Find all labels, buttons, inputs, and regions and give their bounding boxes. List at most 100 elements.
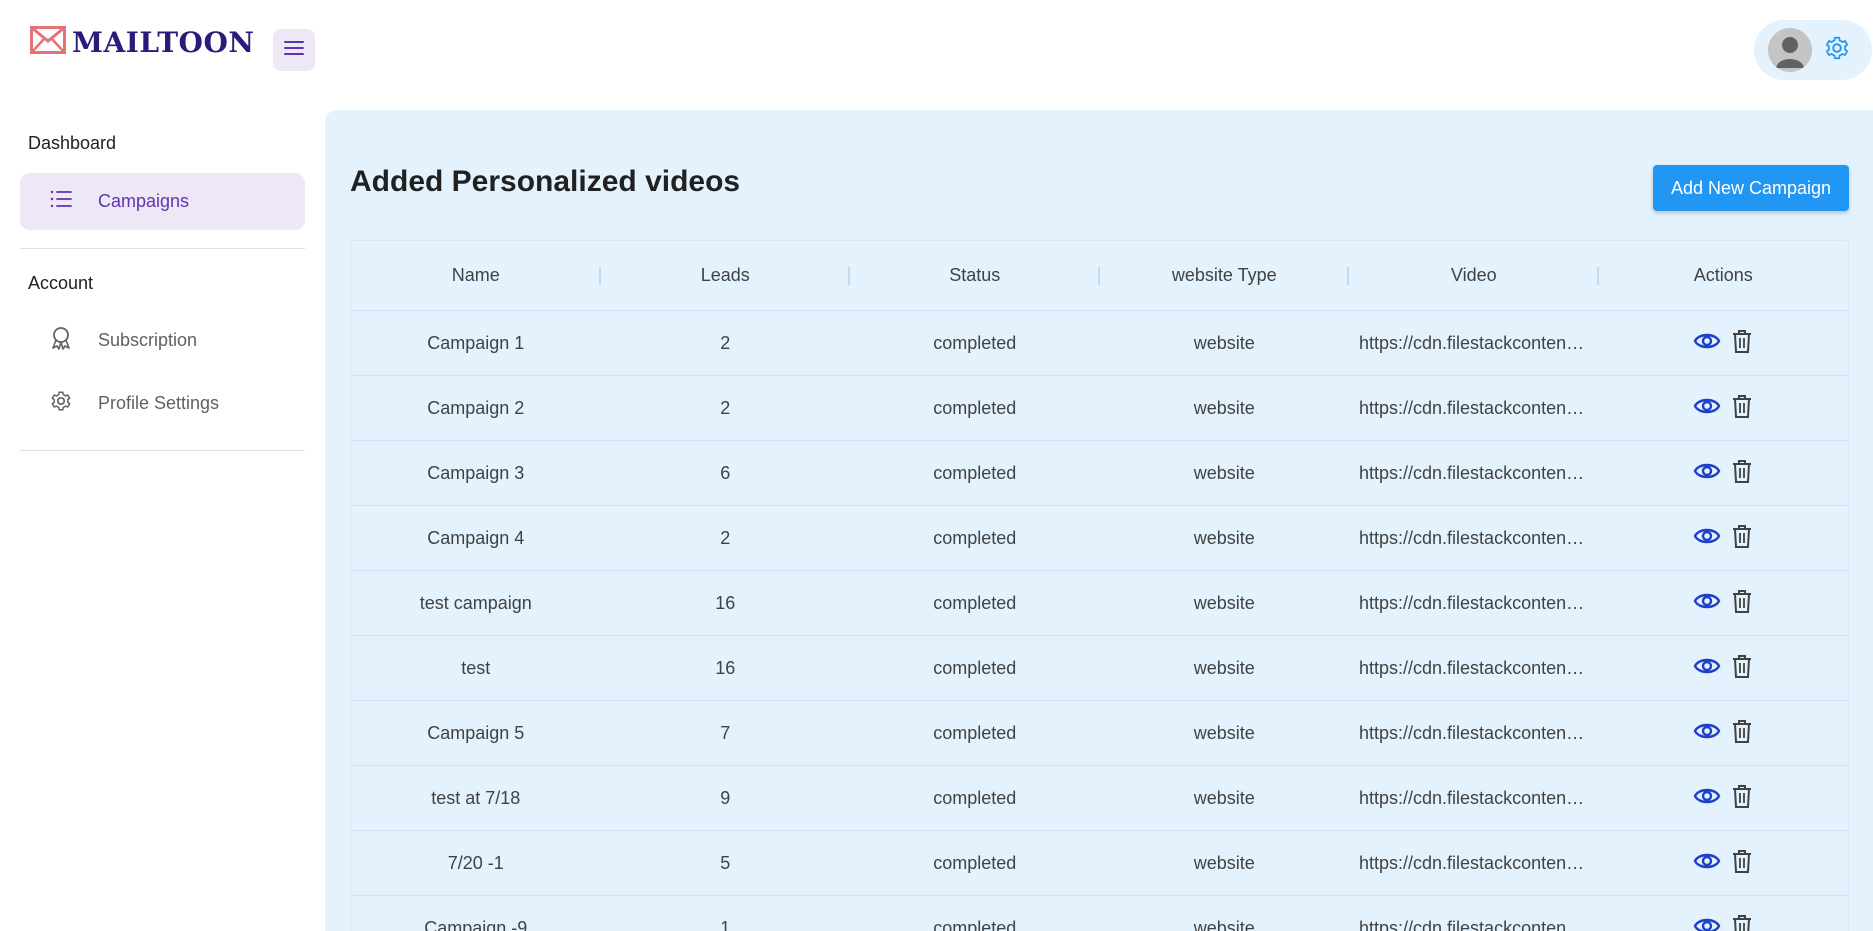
campaign-name: Campaign 5 — [427, 722, 525, 743]
campaign-website-type: website — [1193, 917, 1255, 931]
trash-icon[interactable] — [1731, 458, 1753, 489]
campaign-status: completed — [933, 917, 1017, 931]
table-row[interactable]: Campaign 4 2 completed website https://c… — [351, 506, 1848, 571]
campaign-video-url[interactable]: https://cdn.filestackcontent.com — [1349, 658, 1599, 679]
sidebar-item-subscription[interactable]: Subscription — [20, 312, 305, 369]
campaign-name: test at 7/18 — [431, 787, 521, 808]
brand-name: MAILTOON — [72, 26, 255, 59]
eye-icon[interactable] — [1693, 330, 1721, 357]
table-row[interactable]: Campaign 5 7 completed website https://c… — [351, 701, 1848, 766]
campaign-leads: 1 — [720, 917, 731, 931]
table-header-row: Name Leads Status website Type Video Act… — [351, 241, 1848, 311]
column-header-actions: Actions — [1693, 265, 1753, 285]
campaign-status: completed — [933, 787, 1017, 808]
campaign-website-type: website — [1193, 657, 1255, 678]
campaign-video-url[interactable]: https://cdn.filestackcontent.com — [1349, 398, 1599, 419]
eye-icon[interactable] — [1693, 460, 1721, 487]
page-title: Added Personalized videos — [350, 165, 741, 198]
campaign-video-url[interactable]: https://cdn.filestackcontent.com — [1349, 918, 1599, 931]
sidebar-divider — [20, 248, 305, 249]
campaign-video-url[interactable]: https://cdn.filestackcontent.com — [1349, 463, 1599, 484]
campaign-video-url[interactable]: https://cdn.filestackcontent.com — [1349, 333, 1599, 354]
sidebar: Dashboard Campaigns Account Subscription… — [0, 100, 325, 931]
eye-icon[interactable] — [1693, 785, 1721, 812]
table-row[interactable]: Campaign 1 2 completed website https://c… — [351, 311, 1848, 376]
column-header-video[interactable]: Video — [1349, 265, 1599, 286]
trash-icon[interactable] — [1731, 588, 1753, 619]
trash-icon[interactable] — [1731, 913, 1753, 931]
table-row[interactable]: Campaign -9 1 completed website https://… — [351, 896, 1848, 931]
eye-icon[interactable] — [1693, 655, 1721, 682]
row-actions — [1599, 913, 1849, 931]
table-row[interactable]: Campaign 2 2 completed website https://c… — [351, 376, 1848, 441]
trash-icon[interactable] — [1731, 718, 1753, 749]
campaign-website-type: website — [1193, 462, 1255, 483]
row-actions — [1599, 718, 1849, 749]
campaign-video-url[interactable]: https://cdn.filestackcontent.com — [1349, 723, 1599, 744]
campaign-leads: 5 — [720, 852, 731, 873]
campaign-name: Campaign 2 — [427, 397, 525, 418]
campaign-website-type: website — [1193, 397, 1255, 418]
column-header-leads[interactable]: Leads — [601, 265, 851, 286]
campaign-status: completed — [933, 397, 1017, 418]
campaign-leads: 2 — [720, 527, 731, 548]
trash-icon[interactable] — [1731, 653, 1753, 684]
table-row[interactable]: Campaign 3 6 completed website https://c… — [351, 441, 1848, 506]
campaign-video-url[interactable]: https://cdn.filestackcontent.com — [1349, 853, 1599, 874]
sidebar-heading-account: Account — [28, 273, 94, 293]
campaign-leads: 2 — [720, 332, 731, 353]
column-header-status[interactable]: Status — [850, 265, 1100, 286]
campaign-video-url[interactable]: https://cdn.filestackcontent.com — [1349, 593, 1599, 614]
eye-icon[interactable] — [1693, 590, 1721, 617]
row-actions — [1599, 848, 1849, 879]
sidebar-toggle-button[interactable] — [273, 29, 315, 71]
campaign-video-url[interactable]: https://cdn.filestackcontent.com — [1349, 788, 1599, 809]
campaign-leads: 6 — [720, 462, 731, 483]
column-header-name[interactable]: Name — [351, 265, 601, 286]
campaign-status: completed — [933, 332, 1017, 353]
trash-icon[interactable] — [1731, 523, 1753, 554]
table-row[interactable]: test 16 completed website https://cdn.fi… — [351, 636, 1848, 701]
campaign-website-type: website — [1193, 527, 1255, 548]
table-row[interactable]: test at 7/18 9 completed website https:/… — [351, 766, 1848, 831]
user-menu[interactable] — [1754, 20, 1872, 80]
trash-icon[interactable] — [1731, 783, 1753, 814]
campaign-leads: 7 — [720, 722, 731, 743]
eye-icon[interactable] — [1693, 395, 1721, 422]
trash-icon[interactable] — [1731, 393, 1753, 424]
list-icon — [50, 190, 72, 213]
sidebar-divider — [20, 450, 305, 451]
campaign-status: completed — [933, 852, 1017, 873]
sidebar-item-label: Subscription — [98, 330, 198, 350]
column-header-website-type[interactable]: website Type — [1100, 265, 1350, 286]
campaign-leads: 2 — [720, 397, 731, 418]
row-actions — [1599, 783, 1849, 814]
user-avatar-icon[interactable] — [1768, 28, 1812, 72]
campaign-status: completed — [933, 722, 1017, 743]
eye-icon[interactable] — [1693, 915, 1721, 931]
campaign-leads: 9 — [720, 787, 731, 808]
row-actions — [1599, 523, 1849, 554]
brand-logo[interactable]: MAILTOON — [30, 26, 254, 59]
sidebar-item-campaigns[interactable]: Campaigns — [20, 173, 305, 230]
sidebar-item-profile-settings[interactable]: Profile Settings — [20, 375, 305, 432]
campaigns-table: Name Leads Status website Type Video Act… — [350, 240, 1849, 931]
table-row[interactable]: 7/20 -1 5 completed website https://cdn.… — [351, 831, 1848, 896]
table-row[interactable]: test campaign 16 completed website https… — [351, 571, 1848, 636]
add-new-campaign-button[interactable]: Add New Campaign — [1653, 165, 1849, 211]
gear-icon — [50, 390, 72, 417]
eye-icon[interactable] — [1693, 720, 1721, 747]
sidebar-heading-dashboard: Dashboard — [28, 133, 117, 153]
gear-icon[interactable] — [1824, 35, 1850, 66]
trash-icon[interactable] — [1731, 848, 1753, 879]
eye-icon[interactable] — [1693, 525, 1721, 552]
sidebar-item-label: Campaigns — [98, 191, 190, 211]
campaign-video-url[interactable]: https://cdn.filestackcontent.com — [1349, 528, 1599, 549]
envelope-icon — [30, 26, 66, 59]
trash-icon[interactable] — [1731, 328, 1753, 359]
campaign-status: completed — [933, 592, 1017, 613]
main-content: Added Personalized videos Add New Campai… — [325, 110, 1873, 931]
row-actions — [1599, 393, 1849, 424]
eye-icon[interactable] — [1693, 850, 1721, 877]
top-bar: MAILTOON — [0, 0, 1873, 100]
